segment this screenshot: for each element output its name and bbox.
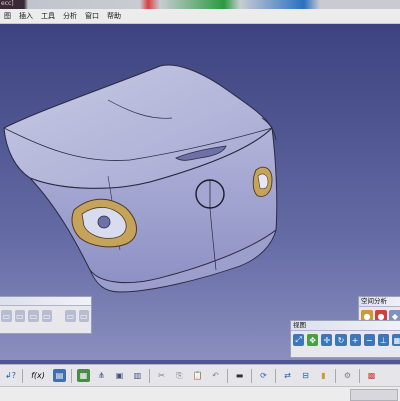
cut-icon[interactable]: ✂ — [155, 369, 168, 382]
spatial-analysis-title: 空间分析 — [359, 297, 400, 307]
title-strip: ecc] — [0, 0, 400, 9]
normal-view-icon[interactable]: ⊥ — [377, 334, 389, 346]
toolbar-icon[interactable]: ▭ — [1, 310, 12, 322]
menu-item-tools[interactable]: 工具 — [37, 9, 59, 23]
undo-icon[interactable]: ↶ — [209, 369, 222, 382]
formula-button[interactable]: f(x) — [28, 369, 48, 382]
component-icon[interactable]: ▥ — [131, 369, 144, 382]
settings-icon[interactable]: ⚙ — [341, 369, 354, 382]
status-bar — [0, 386, 400, 401]
table-icon[interactable]: ▤ — [53, 369, 66, 382]
pan-icon[interactable]: ✛ — [321, 334, 333, 346]
fit-all-icon[interactable]: ✥ — [307, 334, 319, 346]
menu-item-analysis[interactable]: 分析 — [59, 9, 81, 23]
color-grid-icon[interactable]: ▩ — [365, 369, 378, 382]
update-icon[interactable]: ⟳ — [257, 369, 270, 382]
toolbar-icon[interactable]: ▭ — [78, 310, 89, 322]
window-title: ecc] — [1, 0, 14, 7]
tree-icon[interactable]: ⋔ — [95, 369, 108, 382]
zoom-in-icon[interactable]: + — [349, 334, 361, 346]
views-icon[interactable]: ▦ — [391, 334, 400, 346]
bottom-toolbar: ↲? f(x) ▤ ▦ ⋔ ▣ ▥ ✂ ⎘ 📋 ↶ ▬ ⟳ ⇄ ⊟ ▮ ⚙ ▩ — [0, 364, 400, 386]
view-toolbar-title: 视图 — [291, 321, 400, 331]
toolbar-icon[interactable]: ▭ — [65, 310, 76, 322]
lock-icon[interactable]: ▮ — [317, 369, 330, 382]
paste-icon[interactable]: 📋 — [191, 369, 204, 382]
toolbar-icon[interactable]: ▭ — [14, 310, 25, 322]
toolbar-icon[interactable]: ▭ — [28, 310, 39, 322]
print-icon[interactable]: ▬ — [233, 369, 246, 382]
copy-icon[interactable]: ⎘ — [173, 369, 186, 382]
fly-mode-icon[interactable]: ⤢ — [293, 334, 305, 346]
menu-item-window[interactable]: 窗口 — [81, 9, 103, 23]
status-input[interactable] — [350, 389, 398, 401]
menu-bar: 图 插入 工具 分析 窗口 帮助 — [0, 9, 400, 24]
swap-icon[interactable]: ⇄ — [281, 369, 294, 382]
view-toolbar: 视图 ⤢ ✥ ✛ ↻ + − ⊥ ▦ — [290, 320, 400, 358]
rotate-icon[interactable]: ↻ — [335, 334, 347, 346]
zoom-out-icon[interactable]: − — [363, 334, 375, 346]
left-toolbar-title — [0, 297, 91, 306]
toolbar-icon[interactable]: ▭ — [41, 310, 52, 322]
help-icon[interactable]: ↲? — [4, 369, 17, 382]
menu-item-view[interactable]: 图 — [0, 9, 15, 23]
left-toolbar: ▭ ▭ ▭ ▭ ▭ ▭ — [0, 296, 92, 334]
parts-icon[interactable]: ▣ — [113, 369, 126, 382]
menu-item-help[interactable]: 帮助 — [103, 9, 125, 23]
grid-icon[interactable]: ▦ — [77, 369, 90, 382]
menu-item-insert[interactable]: 插入 — [15, 9, 37, 23]
measure-tool-icon[interactable]: ⊟ — [299, 369, 312, 382]
